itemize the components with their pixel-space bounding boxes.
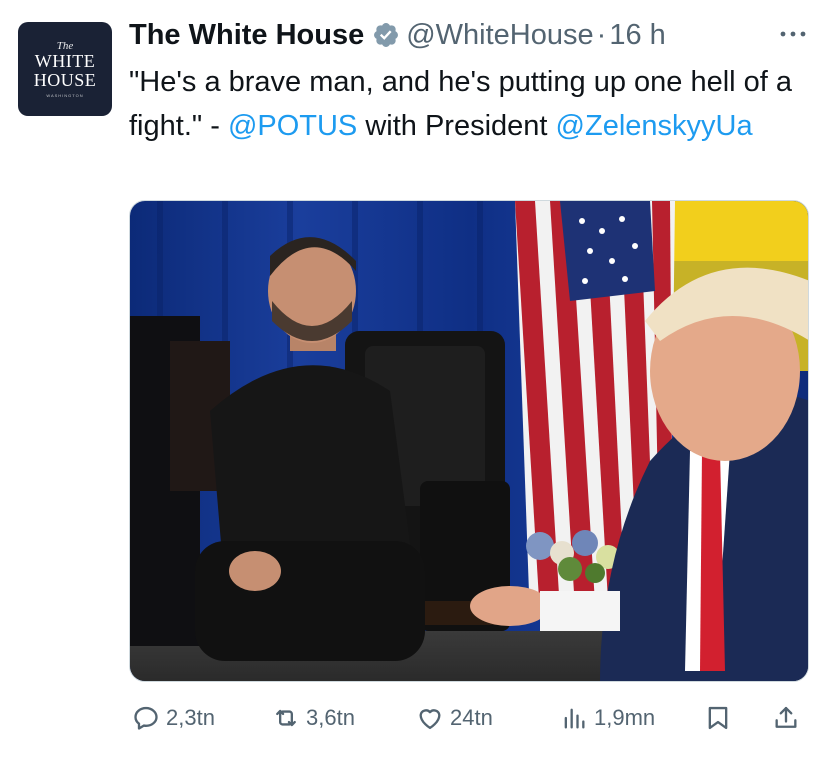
author-name[interactable]: The White House: [129, 19, 364, 52]
bookmark-button[interactable]: [704, 700, 738, 736]
share-button[interactable]: [772, 700, 806, 736]
like-count: 24tn: [450, 705, 493, 730]
reply-button[interactable]: 2,3tn: [132, 700, 215, 736]
reply-count: 2,3tn: [166, 705, 215, 730]
verified-badge-icon: [374, 23, 399, 47]
avatar-the-text: The: [56, 40, 74, 52]
share-icon: [775, 706, 797, 728]
avatar-house-text: HOUSE: [33, 70, 97, 90]
bookmark-icon: [708, 706, 728, 730]
avatar-white-text: WHITE: [34, 51, 96, 71]
tweet-actions: 2,3tn 3,6tn 24tn 1,9mn: [132, 700, 812, 736]
repost-count: 3,6tn: [306, 705, 355, 730]
tweet-photo[interactable]: [129, 200, 809, 682]
views-count: 1,9mn: [594, 705, 656, 730]
author-handle[interactable]: @WhiteHouse: [406, 19, 593, 52]
like-icon: [419, 709, 441, 730]
separator-dot: ·: [596, 18, 607, 51]
tweet-header: The White House @WhiteHouse · 16 h: [129, 17, 666, 53]
more-icon[interactable]: [778, 22, 808, 46]
avatar[interactable]: The WHITE HOUSE WASHINGTON: [18, 22, 112, 116]
mention-zelenskyy-link[interactable]: @ZelenskyyUa: [556, 110, 753, 142]
avatar-washington-text: WASHINGTON: [46, 93, 84, 98]
like-button[interactable]: 24tn: [416, 700, 493, 736]
reply-icon: [134, 706, 158, 730]
repost-icon: [276, 709, 296, 727]
photo-illustration: [130, 201, 808, 681]
mention-potus-link[interactable]: @POTUS: [228, 110, 357, 142]
tweet-text: "He's a brave man, and he's putting up o…: [129, 60, 809, 148]
views-icon: [564, 708, 585, 729]
tweet-text-part-2: with President: [357, 110, 556, 142]
views-button[interactable]: 1,9mn: [560, 700, 655, 736]
repost-button[interactable]: 3,6tn: [272, 700, 355, 736]
tweet-timestamp[interactable]: 16 h: [609, 19, 665, 52]
